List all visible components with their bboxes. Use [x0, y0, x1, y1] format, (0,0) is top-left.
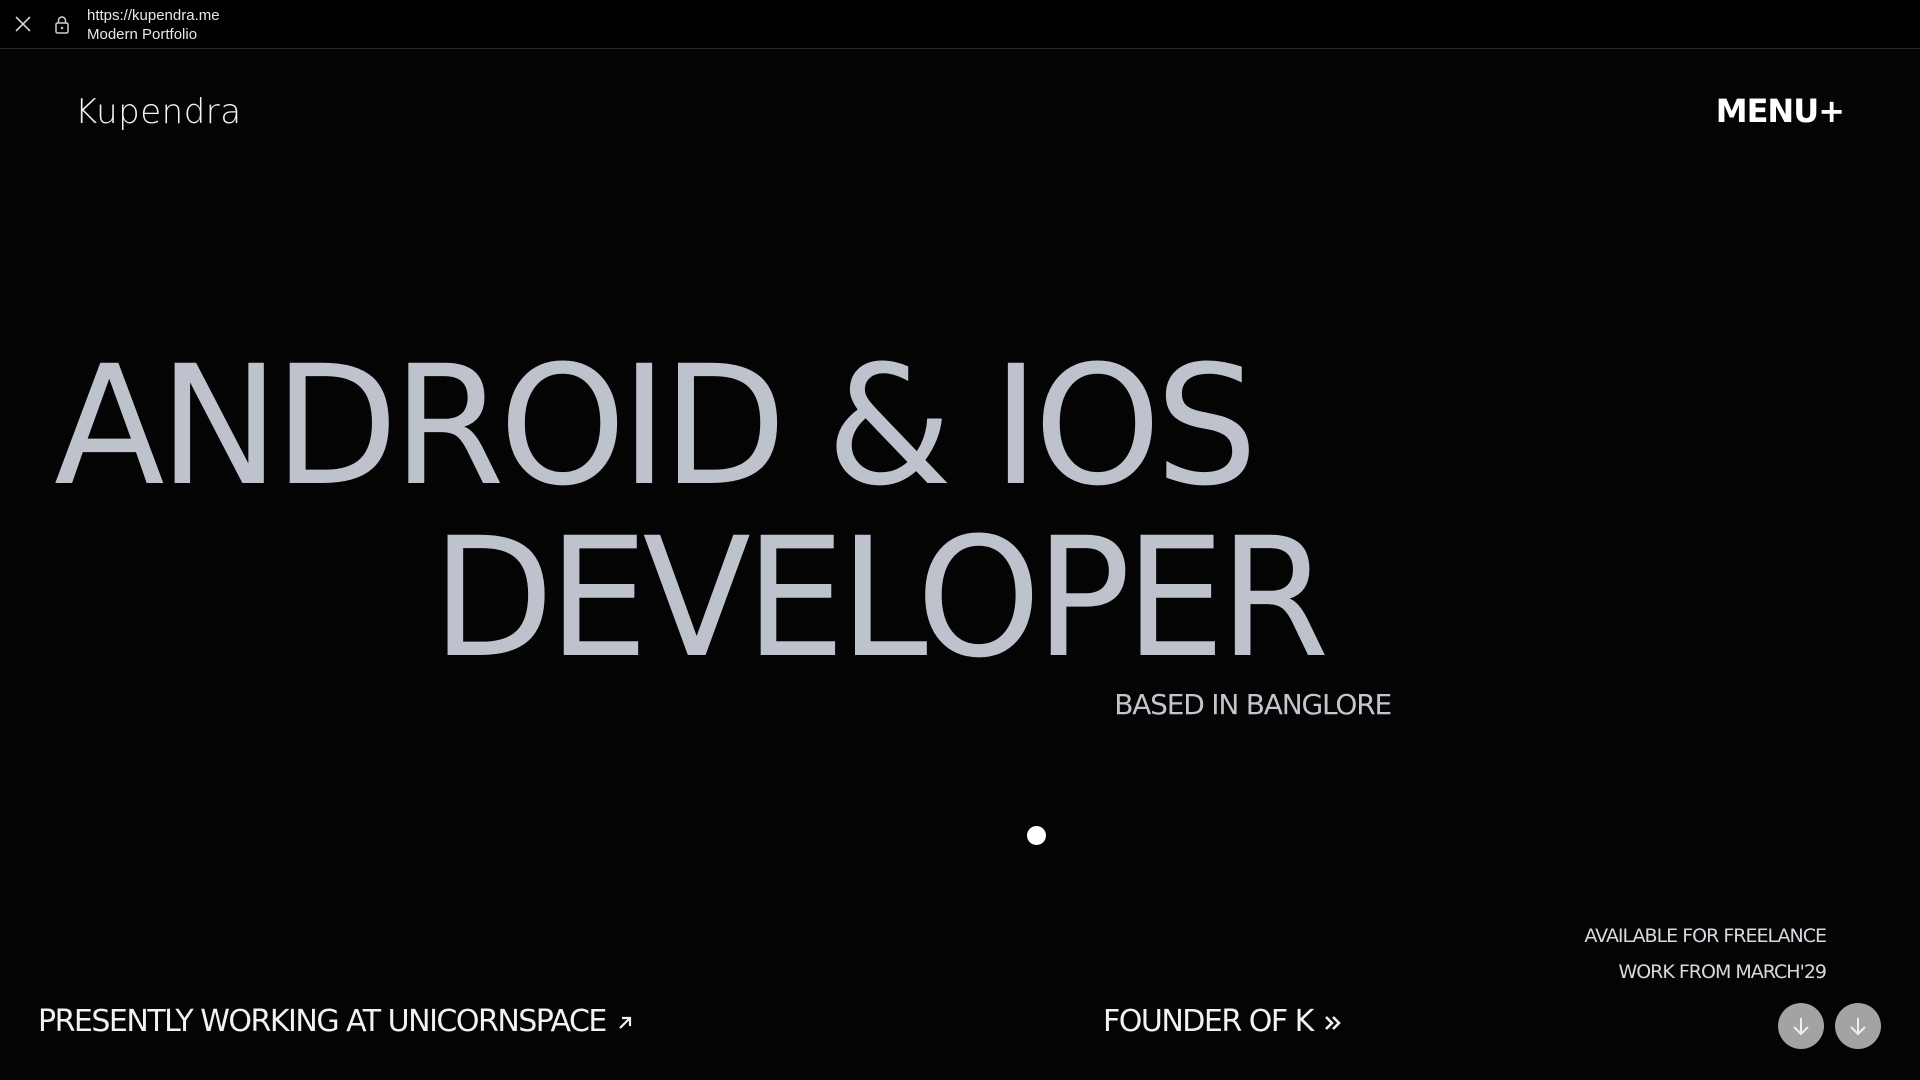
lock-icon[interactable]: [53, 15, 71, 34]
location-label: BASED IN BANGLORE: [1114, 688, 1392, 721]
hero-title-line-2: DEVELOPER: [432, 502, 1329, 694]
close-icon[interactable]: [14, 15, 32, 33]
arrow-down-icon: [1793, 1018, 1809, 1036]
hero-title-line-1: ANDROID & IOS: [54, 330, 1258, 522]
current-work-link[interactable]: PRESENTLY WORKING AT UNICORNSPACE: [38, 1004, 634, 1039]
availability-note: AVAILABLE FOR FREELANCE WORK FROM MARCH'…: [1584, 918, 1827, 990]
founder-link[interactable]: FOUNDER OF K: [1103, 1004, 1343, 1039]
availability-line-2: WORK FROM MARCH'29: [1618, 961, 1827, 983]
browser-url[interactable]: https://kupendra.me: [87, 7, 220, 24]
site-logo[interactable]: Kupendra: [75, 92, 242, 132]
founder-label: FOUNDER OF K: [1103, 1004, 1314, 1039]
availability-line-1: AVAILABLE FOR FREELANCE: [1584, 925, 1827, 947]
browser-bar: https://kupendra.me Modern Portfolio: [0, 0, 1920, 49]
browser-page-title: Modern Portfolio: [87, 26, 198, 43]
arrow-up-right-icon: [619, 1016, 631, 1029]
scroll-down-button-secondary[interactable]: [1835, 1003, 1881, 1049]
double-chevron-right-icon: [1324, 1015, 1341, 1030]
arrow-down-icon: [1850, 1018, 1866, 1036]
cursor-dot: [1027, 826, 1046, 845]
scroll-down-button[interactable]: [1778, 1003, 1824, 1049]
current-work-label: PRESENTLY WORKING AT UNICORNSPACE: [38, 1004, 607, 1039]
menu-button[interactable]: MENU+: [1716, 92, 1845, 130]
